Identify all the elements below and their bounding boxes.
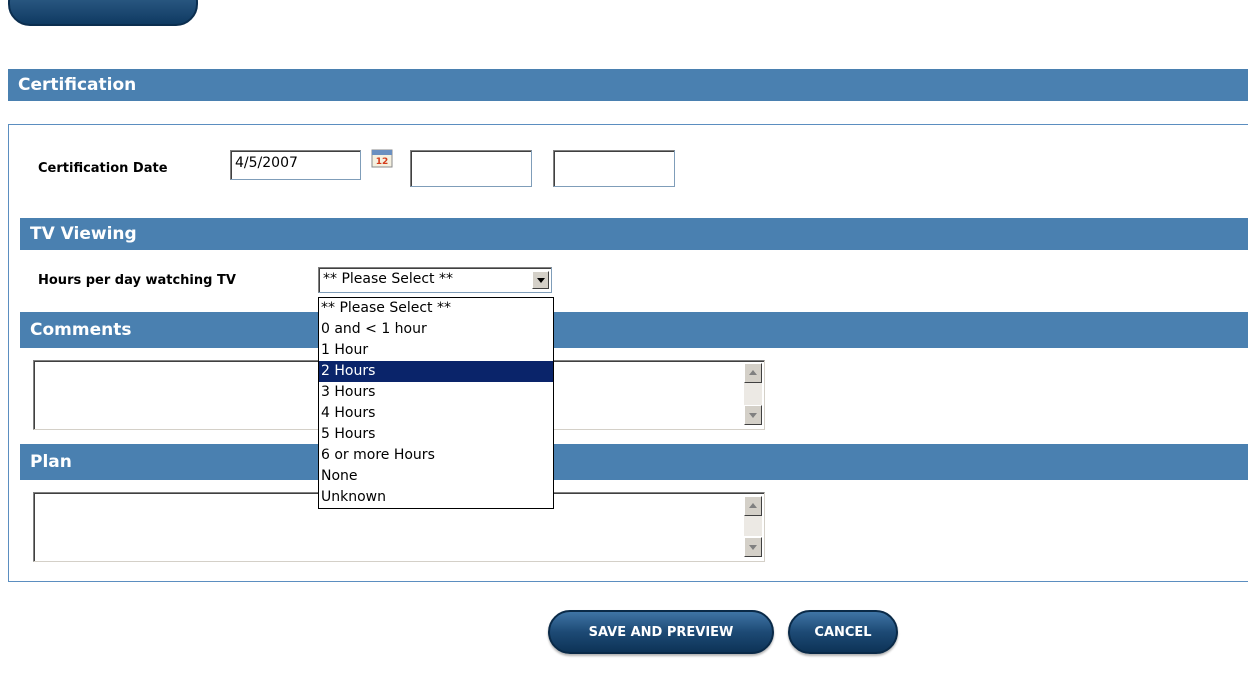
hours-tv-dropdown-list[interactable]: ** Please Select ** 0 and < 1 hour 1 Hour 2… [318,297,554,509]
scroll-up-icon[interactable] [744,363,762,383]
chevron-down-icon[interactable] [532,271,549,289]
save-and-preview-button[interactable]: SAVE AND PREVIEW [548,610,774,654]
section-comments-title: Comments [30,320,132,340]
dropdown-option[interactable]: 3 Hours [319,382,553,403]
dropdown-option[interactable]: 5 Hours [319,424,553,445]
section-certification-header: Certification [8,69,1248,101]
scroll-down-icon[interactable] [744,405,762,425]
scroll-up-icon[interactable] [744,496,762,516]
section-plan-title: Plan [30,452,72,472]
hours-tv-label: Hours per day watching TV [38,273,236,288]
dropdown-option[interactable]: 6 or more Hours [319,445,553,466]
cancel-button[interactable]: CANCEL [788,610,898,654]
dropdown-option[interactable]: 0 and < 1 hour [319,319,553,340]
dropdown-option[interactable]: ** Please Select ** [319,298,553,319]
scroll-track[interactable] [744,383,762,405]
hours-tv-selected-value: ** Please Select ** [323,271,453,287]
svg-text:12: 12 [376,157,389,167]
cancel-label: CANCEL [814,624,872,640]
dropdown-option[interactable]: 2 Hours [319,361,553,382]
certification-extra-input-1[interactable] [410,150,532,187]
section-plan-header: Plan [20,444,1248,480]
certification-date-input[interactable]: 4/5/2007 [230,150,361,180]
section-tv-viewing-header: TV Viewing [20,218,1248,250]
scroll-down-icon[interactable] [744,537,762,557]
top-cutoff-button[interactable] [8,0,198,26]
scroll-track[interactable] [744,516,762,536]
calendar-icon[interactable]: 12 [371,148,393,168]
save-and-preview-label: SAVE AND PREVIEW [588,624,734,640]
certification-date-label: Certification Date [38,161,168,176]
dropdown-option[interactable]: Unknown [319,487,553,508]
section-tv-viewing-title: TV Viewing [30,224,137,244]
dropdown-option[interactable]: 1 Hour [319,340,553,361]
section-comments-header: Comments [20,312,1248,348]
certification-extra-input-2[interactable] [553,150,675,187]
dropdown-option[interactable]: 4 Hours [319,403,553,424]
section-certification-title: Certification [18,75,137,95]
dropdown-option[interactable]: None [319,466,553,487]
hours-tv-select[interactable]: ** Please Select ** [318,267,552,293]
